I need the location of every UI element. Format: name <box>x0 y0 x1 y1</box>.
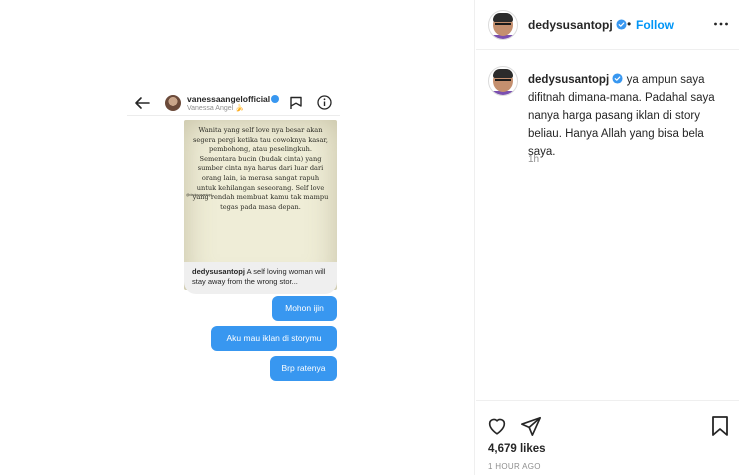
verified-icon <box>616 19 627 30</box>
post-media[interactable]: vanessaangelofficial Vanessa Angel 🍌 Wan… <box>0 0 475 475</box>
more-icon[interactable] <box>713 16 729 32</box>
story-quote: Wanita yang self love nya besar akan seg… <box>192 126 329 211</box>
caption-timestamp: 1h <box>528 154 540 165</box>
story-caption-user: dedysusantopj <box>192 267 245 276</box>
separator-dot: • <box>627 17 632 31</box>
caption-body: ya ampun saya difitnah dimana-mana. Pada… <box>528 74 715 158</box>
heart-icon[interactable] <box>486 415 508 437</box>
message-bubble: Brp ratenya <box>270 356 337 381</box>
message-bubble: Aku mau iklan di storymu <box>211 326 337 351</box>
post-actions: 4,679 likes 1 HOUR AGO <box>476 400 739 475</box>
caption-username[interactable]: dedysusantopj <box>528 74 609 86</box>
dm-username: vanessaangelofficial <box>187 94 280 104</box>
dm-subtitle: Vanessa Angel 🍌 <box>187 105 244 112</box>
back-arrow-icon <box>135 97 150 109</box>
post-panel: dedysusantopj • Follow dedysusantopj ya … <box>476 0 739 475</box>
post-timestamp: 1 HOUR AGO <box>488 462 541 471</box>
likes-count[interactable]: 4,679 likes <box>488 443 546 455</box>
caption-text: dedysusantopj ya ampun saya difitnah dim… <box>528 71 728 161</box>
dm-header: vanessaangelofficial Vanessa Angel 🍌 <box>127 90 340 116</box>
info-icon <box>317 95 332 110</box>
verified-icon <box>612 73 623 84</box>
dm-screenshot: vanessaangelofficial Vanessa Angel 🍌 Wan… <box>127 90 340 390</box>
post-header: dedysusantopj • Follow <box>476 0 739 50</box>
follow-button[interactable]: Follow <box>636 18 674 32</box>
dm-avatar <box>165 95 181 111</box>
send-icon[interactable] <box>520 415 542 437</box>
message-bubble: Mohon ijin <box>272 296 337 321</box>
avatar[interactable] <box>488 10 518 40</box>
story-tag: @dedysusantopj <box>186 193 213 197</box>
verified-icon <box>271 95 280 103</box>
bookmark-icon[interactable] <box>710 415 730 437</box>
post-username[interactable]: dedysusantopj <box>528 18 627 32</box>
shared-story-caption: dedysusantopj A self loving woman will s… <box>184 262 337 294</box>
flag-icon <box>290 96 302 109</box>
avatar[interactable] <box>488 66 518 96</box>
